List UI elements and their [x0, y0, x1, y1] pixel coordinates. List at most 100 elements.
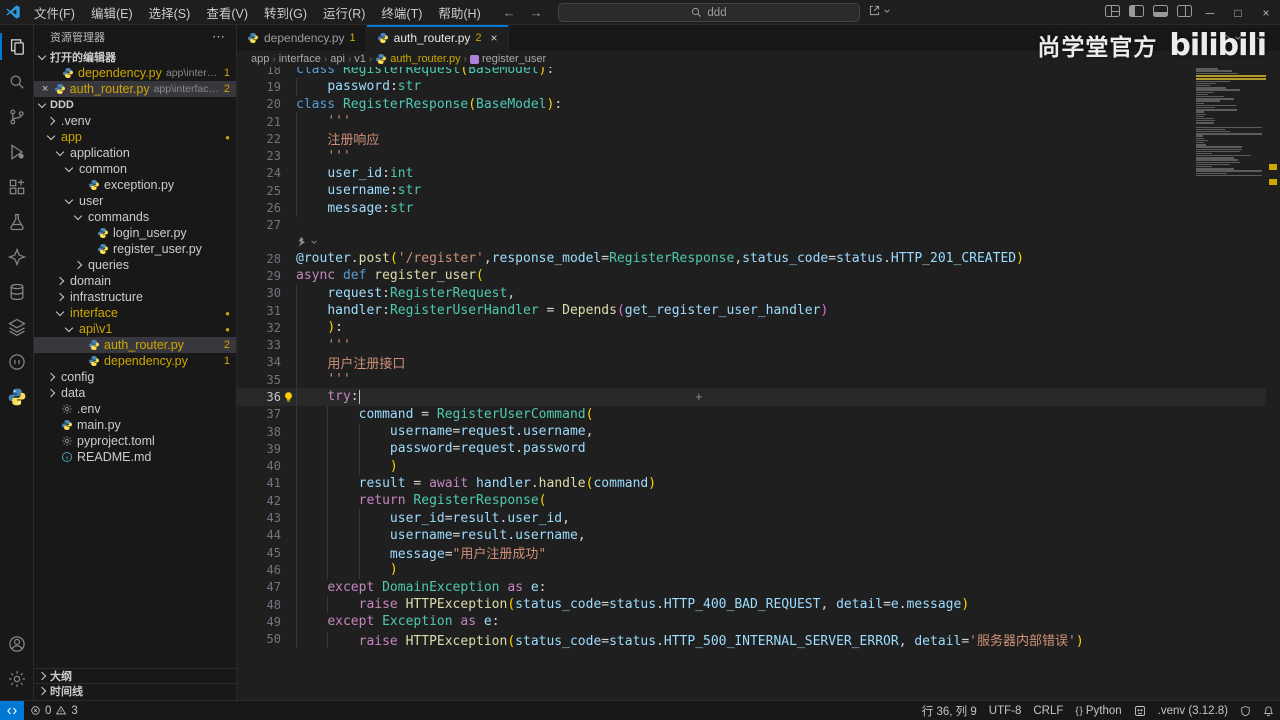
code-line-29[interactable]: 29 async def register_user(: [237, 267, 1266, 284]
problems-indicator[interactable]: 0 3: [24, 705, 84, 717]
tree-item-.venv[interactable]: .venv: [34, 113, 236, 129]
menu-view[interactable]: 查看(V): [198, 3, 256, 22]
tree-item-infrastructure[interactable]: infrastructure: [34, 289, 236, 305]
menu-help[interactable]: 帮助(H): [430, 3, 488, 22]
layers-icon[interactable]: [0, 309, 34, 344]
menu-edit[interactable]: 编辑(E): [83, 3, 141, 22]
close-icon[interactable]: ×: [491, 31, 498, 45]
account-icon[interactable]: [0, 626, 34, 661]
menu-run[interactable]: 运行(R): [315, 3, 373, 22]
tree-item-commands[interactable]: commands: [34, 209, 236, 225]
extensions-icon[interactable]: [0, 169, 34, 204]
tree-item-app[interactable]: app ●: [34, 129, 236, 145]
tree-item-README.md[interactable]: README.md: [34, 449, 236, 465]
database-icon[interactable]: [0, 274, 34, 309]
launch-profile-button[interactable]: [868, 4, 891, 17]
back-button[interactable]: ←: [503, 5, 516, 20]
code-line-28[interactable]: 28 @router.post('/register',response_mode…: [237, 250, 1266, 267]
tab-auth_router.py[interactable]: auth_router.py 2 ×: [366, 25, 509, 51]
overview-ruler[interactable]: [1266, 41, 1280, 700]
breadcrumb-item-register-user[interactable]: register_user: [469, 53, 546, 65]
eol[interactable]: CRLF: [1027, 705, 1069, 717]
outline-section[interactable]: 大纲: [34, 668, 236, 683]
settings-icon[interactable]: [0, 661, 34, 696]
code-line-48[interactable]: 48 raise HTTPException(status_code=statu…: [237, 595, 1266, 614]
menu-file[interactable]: 文件(F): [26, 3, 83, 22]
code-line-50[interactable]: 50 raise HTTPException(status_code=statu…: [237, 630, 1266, 649]
code-line-24[interactable]: 24 user_id:int: [237, 164, 1266, 183]
cursor-position[interactable]: 行 36, 列 9: [916, 703, 983, 719]
code-line-18[interactable]: 18 class RegisterRequest(BaseModel):: [237, 67, 1266, 78]
code-line-25[interactable]: 25 username:str: [237, 182, 1266, 200]
toggle-secondary-sidebar-icon[interactable]: [1177, 5, 1192, 17]
remote-indicator[interactable]: [0, 700, 24, 720]
code-line-30[interactable]: 30 request:RegisterRequest,: [237, 284, 1266, 302]
code-line-22[interactable]: 22 注册响应: [237, 130, 1266, 148]
toggle-sidebar-icon[interactable]: [1129, 5, 1144, 17]
tree-item-data[interactable]: data: [34, 385, 236, 401]
testing-icon[interactable]: [0, 204, 34, 239]
lightbulb-icon[interactable]: [283, 391, 294, 403]
codelens-run-route[interactable]: [237, 234, 1266, 250]
open-editor-item[interactable]: × auth_router.pyapp\interface\api...2: [34, 81, 236, 97]
code-line-39[interactable]: 39 password=request.password: [237, 440, 1266, 458]
code-line-26[interactable]: 26 message:str: [237, 199, 1266, 217]
code-line-41[interactable]: 41 result = await handler.handle(command…: [237, 474, 1266, 493]
code-line-21[interactable]: 21 ''': [237, 112, 1266, 131]
tab-dependency.py[interactable]: dependency.py 1: [237, 25, 367, 51]
tree-item-main.py[interactable]: main.py: [34, 417, 236, 433]
code-line-47[interactable]: 47 except DomainException as e:: [237, 578, 1266, 596]
run-debug-icon[interactable]: [0, 134, 34, 169]
breadcrumb-item-api[interactable]: api: [330, 53, 345, 65]
minimap[interactable]: [1196, 66, 1266, 177]
tree-item-application[interactable]: application: [34, 145, 236, 161]
open-editors-header[interactable]: 打开的编辑器: [34, 49, 236, 65]
breadcrumb-item-auth-router.py[interactable]: auth_router.py: [375, 53, 461, 65]
code-line-31[interactable]: 31 handler:RegisterUserHandler = Depends…: [237, 301, 1266, 320]
close-button[interactable]: ×: [1252, 0, 1280, 25]
python-interpreter[interactable]: .venv (3.12.8): [1152, 705, 1234, 717]
menu-terminal[interactable]: 终端(T): [373, 3, 430, 22]
code-line-19[interactable]: 19 password:str: [237, 78, 1266, 96]
code-line-32[interactable]: 32 ):: [237, 319, 1266, 337]
toggle-panel-icon[interactable]: [1153, 5, 1168, 17]
tree-item-common[interactable]: common: [34, 161, 236, 177]
bot-icon[interactable]: [0, 344, 34, 379]
maximize-button[interactable]: □: [1224, 0, 1252, 25]
timeline-section[interactable]: 时间线: [34, 683, 236, 698]
python-icon[interactable]: [0, 379, 34, 414]
tree-item-config[interactable]: config: [34, 369, 236, 385]
code-line-33[interactable]: 33 ''': [237, 336, 1266, 354]
breadcrumb-item-interface[interactable]: interface: [279, 53, 321, 65]
code-line-49[interactable]: 49 except Exception as e:: [237, 613, 1266, 631]
tree-item-interface[interactable]: interface ●: [34, 305, 236, 321]
tree-item-dependency.py[interactable]: dependency.py 1: [34, 353, 236, 369]
breadcrumb-item-app[interactable]: app: [251, 53, 269, 65]
code-line-44[interactable]: 44 username=result.username,: [237, 526, 1266, 545]
ai-icon[interactable]: [0, 239, 34, 274]
code-line-46[interactable]: 46 ): [237, 561, 1266, 579]
workspace-root-header[interactable]: DDD: [34, 97, 236, 113]
encoding[interactable]: UTF-8: [983, 705, 1028, 717]
vscode-logo-icon[interactable]: [0, 4, 26, 20]
source-control-icon[interactable]: [0, 99, 34, 134]
code-line-23[interactable]: 23 ''': [237, 147, 1266, 165]
code-line-42[interactable]: 42 return RegisterResponse(: [237, 492, 1266, 510]
menu-selection[interactable]: 选择(S): [141, 3, 199, 22]
notifications[interactable]: [1257, 705, 1280, 717]
more-actions-icon[interactable]: ⋯: [212, 29, 226, 45]
extension-status[interactable]: [1128, 705, 1152, 717]
code-line-20[interactable]: 20 class RegisterResponse(BaseModel):: [237, 96, 1266, 113]
search-icon[interactable]: [0, 64, 34, 99]
code-line-38[interactable]: 38 username=request.username,: [237, 422, 1266, 441]
code-line-43[interactable]: 43 user_id=result.user_id,: [237, 509, 1266, 527]
open-editor-item[interactable]: dependency.pyapp\interface1: [34, 65, 236, 81]
code-line-37[interactable]: 37 command = RegisterUserCommand(: [237, 405, 1266, 423]
tree-item-exception.py[interactable]: exception.py: [34, 177, 236, 193]
tree-item-login-user.py[interactable]: login_user.py: [34, 225, 236, 241]
minimize-button[interactable]: ─: [1196, 0, 1224, 25]
search-input[interactable]: ddd: [558, 3, 860, 22]
explorer-icon[interactable]: [0, 29, 34, 64]
tree-item-auth-router.py[interactable]: auth_router.py 2: [34, 337, 236, 353]
tree-item-api-v1[interactable]: api\v1 ●: [34, 321, 236, 337]
